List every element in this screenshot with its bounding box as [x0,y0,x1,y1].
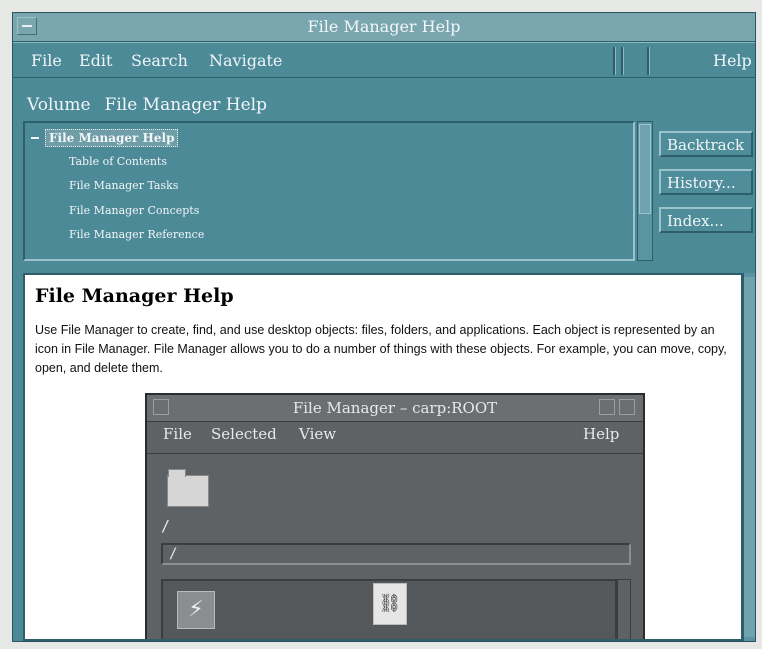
link-icon: ⛓ [373,583,407,625]
menu-search[interactable]: Search [131,51,188,70]
topic-tree[interactable]: File Manager Help Table of Contents File… [23,121,635,261]
menu-help[interactable]: Help [713,51,752,70]
index-button[interactable]: Index... [659,207,753,233]
title-bar[interactable]: File Manager Help [13,13,755,42]
path-field: / [161,543,631,565]
topic-selected[interactable]: File Manager Help [45,129,179,147]
file-manager-screenshot: File Manager – carp:ROOT File Selected V… [145,393,645,639]
menu-navigate[interactable]: Navigate [209,51,282,70]
help-content: File Manager Help Use File Manager to cr… [23,273,743,641]
topic-scroll-thumb[interactable] [639,124,651,214]
menu-bar: File Edit Search Navigate Help [13,42,755,78]
window-title: File Manager Help [307,17,461,36]
backtrack-button[interactable]: Backtrack [659,131,753,157]
menu-separator [621,47,624,75]
current-folder-label: / [161,517,171,535]
menu-file[interactable]: File [31,51,62,70]
volume-name: File Manager Help [104,95,267,115]
content-scrollbar[interactable] [743,273,755,641]
maximize-icon [619,399,635,415]
content-scroll-thumb[interactable] [744,277,755,637]
volume-line: Volume File Manager Help [27,95,267,115]
minimize-icon [599,399,615,415]
screenshot-menu-view: View [299,425,337,443]
screenshot-menu-help: Help [583,425,620,443]
content-paragraph: Use File Manager to create, find, and us… [35,323,727,375]
bottom-border [13,641,755,642]
menu-separator [613,47,616,75]
screenshot-menu-file: File [163,425,192,443]
help-window: File Manager Help File Edit Search Navig… [12,12,756,642]
topic-item[interactable]: File Manager Reference [69,228,204,241]
action-icon: ⚡ [177,591,215,629]
topic-scrollbar[interactable] [637,121,653,261]
current-topic-marker [31,137,39,139]
screenshot-title-bar: File Manager – carp:ROOT [147,395,643,422]
volume-label: Volume [27,95,91,115]
menu-separator [647,47,650,75]
file-area-scrollbar [617,579,631,639]
topic-item[interactable]: File Manager Tasks [69,179,178,192]
screenshot-title: File Manager – carp:ROOT [292,399,498,417]
folder-icon [167,469,209,507]
topic-item[interactable]: Table of Contents [69,155,167,168]
screenshot-menu-selected: Selected [211,425,277,443]
history-button[interactable]: History... [659,169,753,195]
menu-edit[interactable]: Edit [79,51,112,70]
content-heading: File Manager Help [35,285,234,307]
divider [147,453,643,454]
topic-item[interactable]: File Manager Concepts [69,204,199,217]
